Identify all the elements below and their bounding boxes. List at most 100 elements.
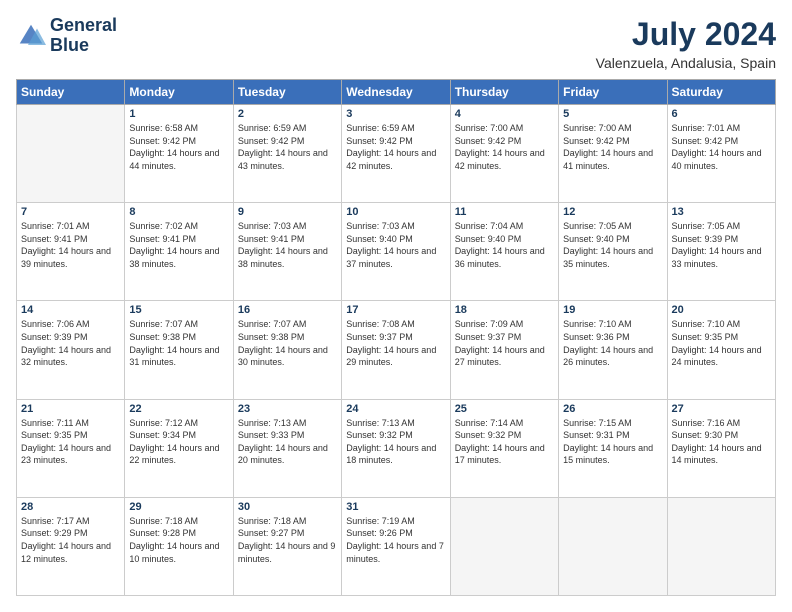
day-info: Sunrise: 7:05 AMSunset: 9:40 PMDaylight:… <box>563 220 662 270</box>
day-info: Sunrise: 7:13 AMSunset: 9:33 PMDaylight:… <box>238 417 337 467</box>
daylight-text: Daylight: 14 hours and 23 minutes. <box>21 443 111 466</box>
calendar-header-row: Sunday Monday Tuesday Wednesday Thursday… <box>17 80 776 105</box>
table-cell: 14Sunrise: 7:06 AMSunset: 9:39 PMDayligh… <box>17 301 125 399</box>
day-info: Sunrise: 6:59 AMSunset: 9:42 PMDaylight:… <box>346 122 445 172</box>
daylight-text: Daylight: 14 hours and 40 minutes. <box>672 148 762 171</box>
sunset-text: Sunset: 9:39 PM <box>672 234 739 244</box>
day-info: Sunrise: 7:11 AMSunset: 9:35 PMDaylight:… <box>21 417 120 467</box>
sunset-text: Sunset: 9:26 PM <box>346 528 413 538</box>
week-row-2: 7Sunrise: 7:01 AMSunset: 9:41 PMDaylight… <box>17 203 776 301</box>
daylight-text: Daylight: 14 hours and 39 minutes. <box>21 246 111 269</box>
table-cell: 30Sunrise: 7:18 AMSunset: 9:27 PMDayligh… <box>233 497 341 595</box>
day-info: Sunrise: 7:13 AMSunset: 9:32 PMDaylight:… <box>346 417 445 467</box>
col-sunday: Sunday <box>17 80 125 105</box>
daylight-text: Daylight: 14 hours and 14 minutes. <box>672 443 762 466</box>
sunset-text: Sunset: 9:36 PM <box>563 332 630 342</box>
table-cell: 16Sunrise: 7:07 AMSunset: 9:38 PMDayligh… <box>233 301 341 399</box>
day-info: Sunrise: 7:06 AMSunset: 9:39 PMDaylight:… <box>21 318 120 368</box>
day-info: Sunrise: 7:16 AMSunset: 9:30 PMDaylight:… <box>672 417 771 467</box>
day-info: Sunrise: 7:01 AMSunset: 9:41 PMDaylight:… <box>21 220 120 270</box>
table-cell: 17Sunrise: 7:08 AMSunset: 9:37 PMDayligh… <box>342 301 450 399</box>
logo-text: General Blue <box>50 16 117 56</box>
table-cell: 22Sunrise: 7:12 AMSunset: 9:34 PMDayligh… <box>125 399 233 497</box>
day-info: Sunrise: 7:17 AMSunset: 9:29 PMDaylight:… <box>21 515 120 565</box>
day-number: 1 <box>129 108 228 120</box>
day-number: 20 <box>672 304 771 316</box>
table-cell: 29Sunrise: 7:18 AMSunset: 9:28 PMDayligh… <box>125 497 233 595</box>
col-saturday: Saturday <box>667 80 775 105</box>
daylight-text: Daylight: 14 hours and 37 minutes. <box>346 246 436 269</box>
sunrise-text: Sunrise: 7:15 AM <box>563 418 632 428</box>
day-info: Sunrise: 7:07 AMSunset: 9:38 PMDaylight:… <box>238 318 337 368</box>
table-cell: 13Sunrise: 7:05 AMSunset: 9:39 PMDayligh… <box>667 203 775 301</box>
table-cell: 23Sunrise: 7:13 AMSunset: 9:33 PMDayligh… <box>233 399 341 497</box>
table-cell: 21Sunrise: 7:11 AMSunset: 9:35 PMDayligh… <box>17 399 125 497</box>
table-cell: 25Sunrise: 7:14 AMSunset: 9:32 PMDayligh… <box>450 399 558 497</box>
title-block: July 2024 Valenzuela, Andalusia, Spain <box>596 16 776 71</box>
table-cell <box>450 497 558 595</box>
daylight-text: Daylight: 14 hours and 24 minutes. <box>672 345 762 368</box>
daylight-text: Daylight: 14 hours and 42 minutes. <box>346 148 436 171</box>
sunset-text: Sunset: 9:37 PM <box>455 332 522 342</box>
day-number: 5 <box>563 108 662 120</box>
daylight-text: Daylight: 14 hours and 17 minutes. <box>455 443 545 466</box>
table-cell: 24Sunrise: 7:13 AMSunset: 9:32 PMDayligh… <box>342 399 450 497</box>
daylight-text: Daylight: 14 hours and 27 minutes. <box>455 345 545 368</box>
day-info: Sunrise: 7:05 AMSunset: 9:39 PMDaylight:… <box>672 220 771 270</box>
sunset-text: Sunset: 9:42 PM <box>672 136 739 146</box>
sunset-text: Sunset: 9:39 PM <box>21 332 88 342</box>
sunrise-text: Sunrise: 7:18 AM <box>129 516 198 526</box>
table-cell: 26Sunrise: 7:15 AMSunset: 9:31 PMDayligh… <box>559 399 667 497</box>
sunrise-text: Sunrise: 7:07 AM <box>238 319 307 329</box>
day-number: 12 <box>563 206 662 218</box>
col-friday: Friday <box>559 80 667 105</box>
daylight-text: Daylight: 14 hours and 12 minutes. <box>21 541 111 564</box>
day-number: 3 <box>346 108 445 120</box>
table-cell: 10Sunrise: 7:03 AMSunset: 9:40 PMDayligh… <box>342 203 450 301</box>
col-tuesday: Tuesday <box>233 80 341 105</box>
table-cell: 3 Sunrise: 6:59 AMSunset: 9:42 PMDaylight… <box>342 105 450 203</box>
sunrise-text: Sunrise: 7:13 AM <box>238 418 307 428</box>
week-row-5: 28Sunrise: 7:17 AMSunset: 9:29 PMDayligh… <box>17 497 776 595</box>
day-number: 19 <box>563 304 662 316</box>
day-number: 30 <box>238 501 337 513</box>
day-info: Sunrise: 6:58 AMSunset: 9:42 PMDaylight:… <box>129 122 228 172</box>
sunrise-text: Sunrise: 7:07 AM <box>129 319 198 329</box>
sunrise-text: Sunrise: 7:11 AM <box>21 418 89 428</box>
sunset-text: Sunset: 9:40 PM <box>346 234 413 244</box>
day-number: 6 <box>672 108 771 120</box>
sunrise-text: Sunrise: 7:14 AM <box>455 418 524 428</box>
sunrise-text: Sunrise: 7:10 AM <box>563 319 632 329</box>
sunset-text: Sunset: 9:40 PM <box>563 234 630 244</box>
daylight-text: Daylight: 14 hours and 22 minutes. <box>129 443 219 466</box>
daylight-text: Daylight: 14 hours and 29 minutes. <box>346 345 436 368</box>
sunrise-text: Sunrise: 7:09 AM <box>455 319 524 329</box>
sunset-text: Sunset: 9:42 PM <box>129 136 196 146</box>
page: General Blue July 2024 Valenzuela, Andal… <box>0 0 792 612</box>
sunset-text: Sunset: 9:38 PM <box>129 332 196 342</box>
sunrise-text: Sunrise: 7:04 AM <box>455 221 524 231</box>
sunset-text: Sunset: 9:31 PM <box>563 430 630 440</box>
table-cell: 18Sunrise: 7:09 AMSunset: 9:37 PMDayligh… <box>450 301 558 399</box>
daylight-text: Daylight: 14 hours and 10 minutes. <box>129 541 219 564</box>
daylight-text: Daylight: 14 hours and 9 minutes. <box>238 541 336 564</box>
week-row-3: 14Sunrise: 7:06 AMSunset: 9:39 PMDayligh… <box>17 301 776 399</box>
sunrise-text: Sunrise: 7:05 AM <box>563 221 632 231</box>
table-cell: 20Sunrise: 7:10 AMSunset: 9:35 PMDayligh… <box>667 301 775 399</box>
day-number: 11 <box>455 206 554 218</box>
sunrise-text: Sunrise: 7:16 AM <box>672 418 741 428</box>
sunrise-text: Sunrise: 7:03 AM <box>238 221 307 231</box>
col-thursday: Thursday <box>450 80 558 105</box>
sunrise-text: Sunrise: 7:19 AM <box>346 516 415 526</box>
day-number: 15 <box>129 304 228 316</box>
sunrise-text: Sunrise: 7:05 AM <box>672 221 741 231</box>
day-number: 4 <box>455 108 554 120</box>
day-number: 17 <box>346 304 445 316</box>
sunrise-text: Sunrise: 7:01 AM <box>21 221 90 231</box>
sunset-text: Sunset: 9:38 PM <box>238 332 305 342</box>
sunset-text: Sunset: 9:34 PM <box>129 430 196 440</box>
day-number: 9 <box>238 206 337 218</box>
table-cell: 2Sunrise: 6:59 AMSunset: 9:42 PMDaylight… <box>233 105 341 203</box>
table-cell: 28Sunrise: 7:17 AMSunset: 9:29 PMDayligh… <box>17 497 125 595</box>
daylight-text: Daylight: 14 hours and 38 minutes. <box>238 246 328 269</box>
